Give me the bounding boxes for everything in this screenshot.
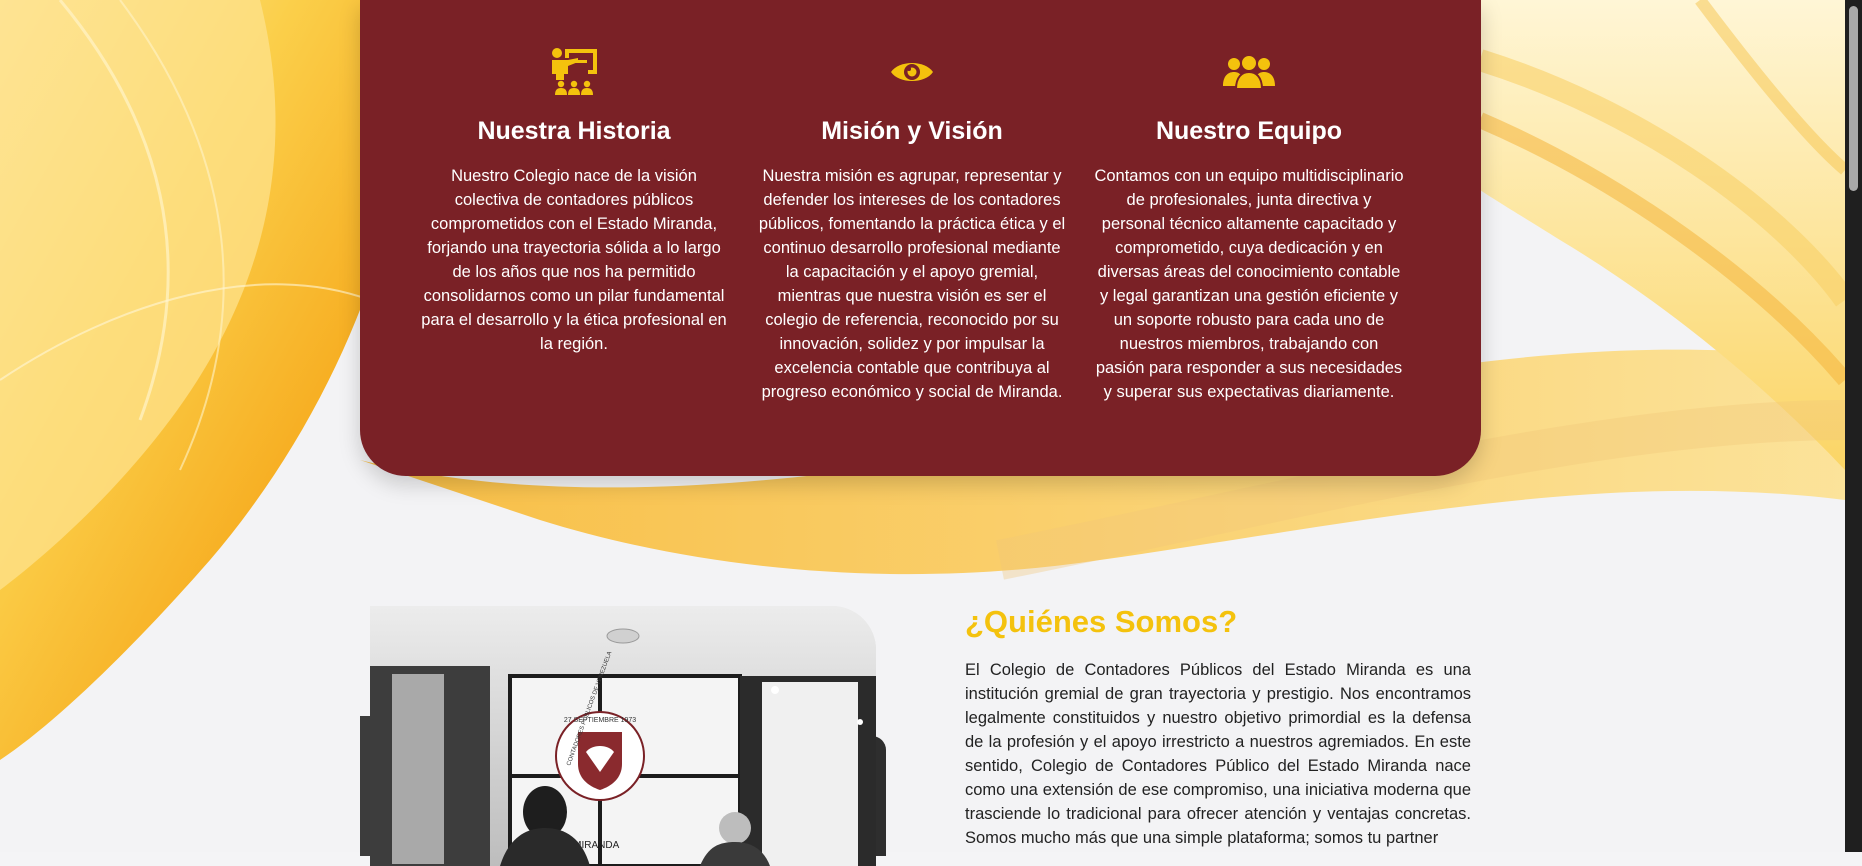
team-icon bbox=[1089, 44, 1409, 100]
about-text: El Colegio de Contadores Públicos del Es… bbox=[965, 661, 1471, 847]
page-scrollbar[interactable] bbox=[1845, 0, 1862, 852]
feature-text: Contamos con un equipo multidisciplinari… bbox=[1094, 167, 1404, 401]
feature-text: Nuestro Colegio nace de la visión colect… bbox=[421, 167, 727, 353]
features-card: Nuestra Historia Nuestro Colegio nace de… bbox=[360, 0, 1481, 476]
feature-history: Nuestra Historia Nuestro Colegio nace de… bbox=[414, 44, 734, 356]
feature-text: Nuestra misión es agrupar, representar y… bbox=[758, 167, 1066, 401]
feature-mission-vision: Misión y Visión Nuestra misión es agrupa… bbox=[752, 44, 1072, 404]
about-section: ¿Quiénes Somos? El Colegio de Contadores… bbox=[965, 600, 1471, 850]
scrollbar-thumb[interactable] bbox=[1849, 6, 1858, 191]
presentation-icon bbox=[414, 44, 734, 100]
event-photo: 27 SEPTIEMBRE 1973 CONTADORES PÚBLICOS D… bbox=[370, 606, 876, 866]
feature-team: Nuestro Equipo Contamos con un equipo mu… bbox=[1089, 44, 1409, 404]
about-title: ¿Quiénes Somos? bbox=[965, 604, 1238, 639]
eye-icon bbox=[752, 44, 1072, 100]
seal-date: 27 SEPTIEMBRE 1973 bbox=[564, 717, 636, 724]
feature-title: Misión y Visión bbox=[821, 117, 1003, 145]
feature-title: Nuestra Historia bbox=[477, 117, 671, 145]
feature-title: Nuestro Equipo bbox=[1155, 117, 1343, 145]
